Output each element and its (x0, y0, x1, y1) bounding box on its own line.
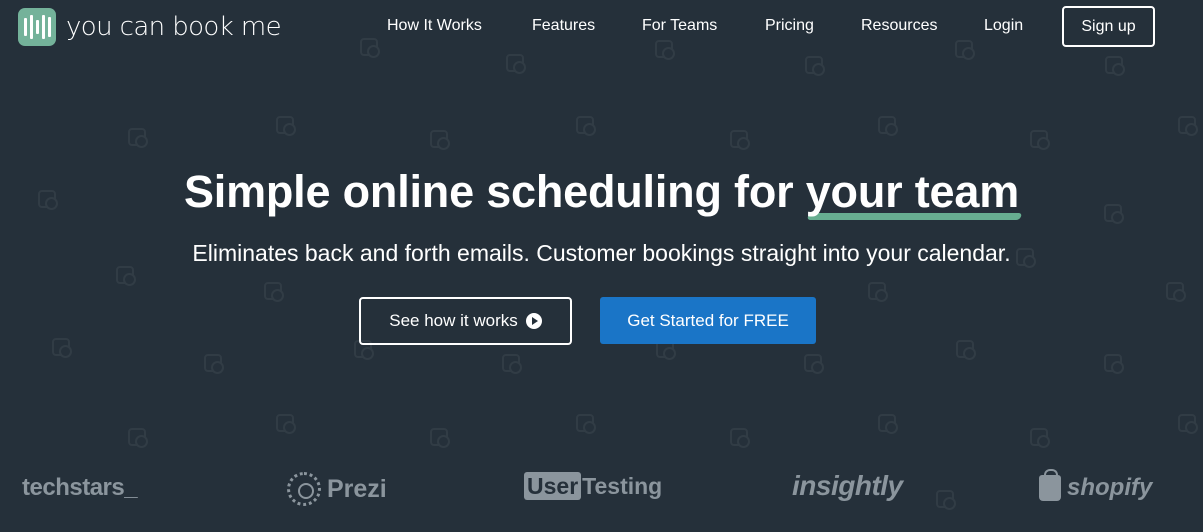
shopify-logo-text: shopify (1067, 474, 1153, 501)
usertesting-logo: User Testing (524, 472, 662, 500)
hero-title-prefix: Simple online scheduling for (183, 166, 806, 217)
nav-pricing[interactable]: Pricing (765, 17, 814, 35)
client-logos: techstars_ Prezi User Testing insightly … (0, 468, 1203, 508)
hero-title-highlight-text: your team (805, 166, 1020, 217)
hero-title-highlight: your team (806, 166, 1019, 218)
prezi-logo: Prezi (287, 472, 387, 506)
nav-features[interactable]: Features (532, 17, 595, 35)
shopify-logo: shopify (1039, 469, 1153, 502)
nav-for-teams[interactable]: For Teams (642, 17, 717, 35)
play-circle-icon (525, 313, 542, 329)
usertesting-logo-text: Testing (582, 472, 663, 499)
insightly-logo: insightly (792, 470, 903, 501)
prezi-icon (287, 472, 321, 506)
nav-resources[interactable]: Resources (861, 17, 937, 35)
usertesting-logo-box: User (524, 472, 582, 500)
hero-title: Simple online scheduling for your team (0, 166, 1203, 218)
nav-how-it-works[interactable]: How It Works (387, 17, 482, 35)
signup-button[interactable]: Sign up (1062, 6, 1155, 47)
see-how-it-works-label: See how it works (389, 311, 518, 330)
shopify-bag-icon (1039, 469, 1061, 501)
techstars-logo: techstars_ (22, 474, 138, 501)
get-started-button[interactable]: Get Started for FREE (600, 297, 816, 344)
get-started-label: Get Started for FREE (627, 310, 789, 330)
prezi-logo-text: Prezi (327, 474, 387, 503)
nav-login[interactable]: Login (984, 17, 1023, 35)
main-nav: How It Works Features For Teams Pricing … (0, 17, 1203, 37)
see-how-it-works-button[interactable]: See how it works (359, 297, 572, 345)
hero-subtitle: Eliminates back and forth emails. Custom… (192, 240, 1011, 266)
